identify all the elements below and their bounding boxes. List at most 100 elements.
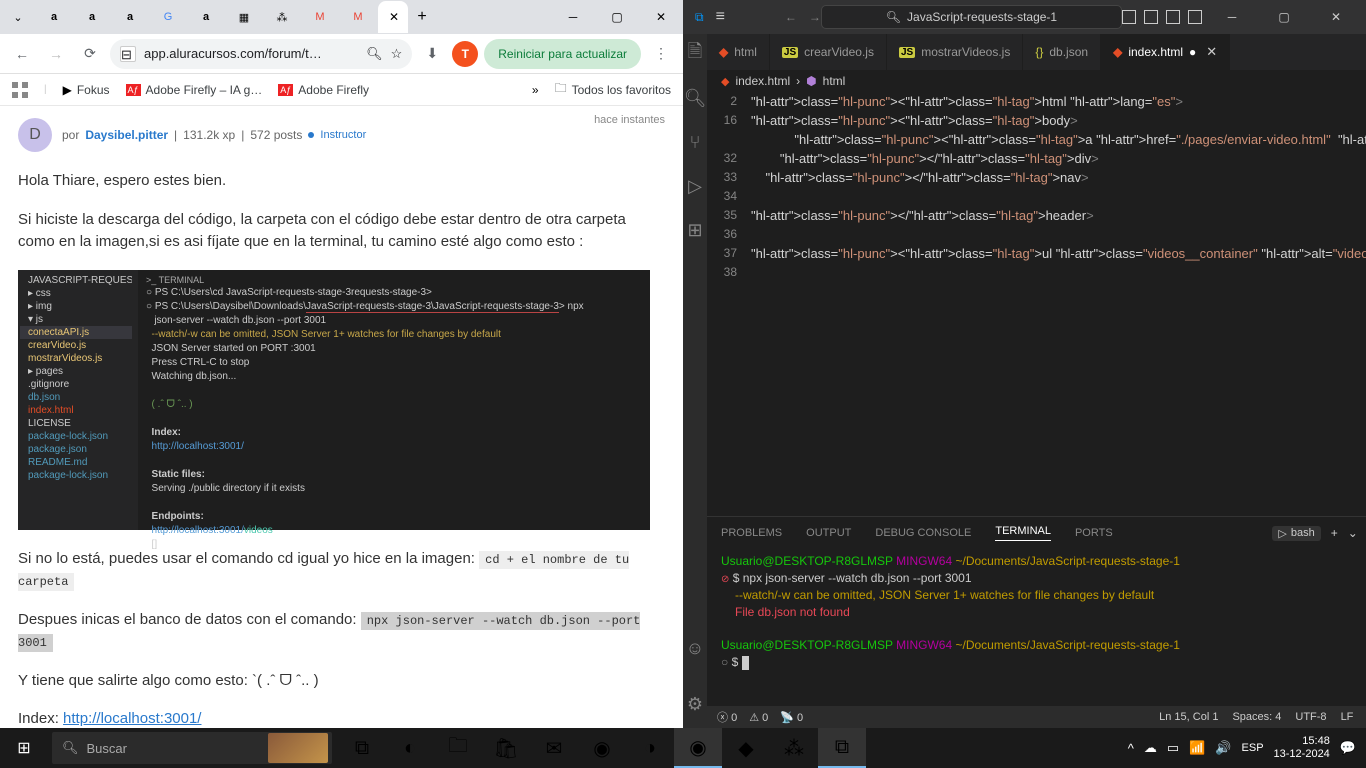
new-terminal-icon[interactable]: + [1331, 526, 1338, 540]
bookmark-firefly-ia[interactable]: AƒAdobe Firefly – IA g… [126, 83, 263, 97]
browser-tab[interactable]: G [150, 1, 186, 33]
browser-tab[interactable]: M [302, 1, 338, 33]
settings-gear-icon[interactable]: ⚙ [683, 692, 707, 716]
tb-app-taskview[interactable]: ⧉ [338, 728, 386, 768]
nav-back[interactable]: ← [785, 10, 797, 24]
command-center[interactable]: 🔍︎ JavaScript-requests-stage-1 [821, 5, 1122, 29]
status-port[interactable]: 📡 0 [780, 711, 803, 724]
breadcrumb[interactable]: ◆ index.html › ⬢ html [707, 70, 1366, 92]
index-link[interactable]: http://localhost:3001/ [63, 710, 201, 727]
maximize-button[interactable]: ▢ [595, 1, 639, 33]
terminal-dropdown-icon[interactable]: ⌄ [1348, 526, 1358, 540]
browser-tab[interactable]: ⁂ [264, 1, 300, 33]
minimize-button[interactable]: ─ [551, 1, 595, 33]
extensions-icon[interactable]: ⊞ [683, 218, 707, 242]
browser-tab-active[interactable]: ✕ [378, 1, 408, 33]
browser-tab[interactable]: a [188, 1, 224, 33]
editor-tab-html[interactable]: ◆html [707, 34, 770, 70]
tray-chevron-icon[interactable]: ^ [1128, 741, 1134, 756]
start-button[interactable]: ⊞ [0, 728, 48, 768]
tb-app-vsc-icon[interactable]: ◆ [722, 728, 770, 768]
close-tab-icon[interactable]: ✕ [389, 10, 399, 24]
layout-icon[interactable] [1188, 10, 1202, 24]
hamburger-menu[interactable]: ≡ [716, 8, 725, 26]
tray-wifi-icon[interactable]: 📶 [1189, 740, 1205, 756]
explorer-icon[interactable]: 🗎 [683, 42, 707, 66]
layout-icon[interactable] [1122, 10, 1136, 24]
bookmarks-overflow[interactable]: » [532, 83, 539, 97]
browser-tab[interactable]: ▦ [226, 1, 262, 33]
source-control-icon[interactable]: ⑂ [683, 130, 707, 154]
terminal-output[interactable]: Usuario@DESKTOP-R8GLMSP MINGW64 ~/Docume… [707, 549, 1366, 706]
close-tab-icon[interactable]: ✕ [1206, 44, 1217, 60]
tb-app-copilot[interactable]: ◐ [386, 728, 434, 768]
reload-button[interactable]: ⟳ [76, 40, 104, 68]
code-editor[interactable]: 2"hl-attr">class="hl-punc"><"hl-attr">cl… [707, 92, 1366, 516]
author-avatar[interactable]: D [18, 118, 52, 152]
editor-tab-mostrarVideos[interactable]: JSmostrarVideos.js [887, 34, 1023, 70]
tb-app-store[interactable]: 🛍 [482, 728, 530, 768]
profile-avatar[interactable]: T [452, 41, 478, 67]
back-button[interactable]: ← [8, 40, 36, 68]
tb-app-edge[interactable]: ◉ [578, 728, 626, 768]
browser-tab[interactable]: a [74, 1, 110, 33]
tb-app-slack[interactable]: ⁂ [770, 728, 818, 768]
search-addr-icon[interactable]: 🔍︎ [366, 46, 383, 62]
browser-tab[interactable]: a [36, 1, 72, 33]
site-info-icon[interactable]: ⊟ [120, 46, 136, 62]
editor-tab-index[interactable]: ◆index.html●✕ [1101, 34, 1230, 70]
tray-language[interactable]: ESP [1242, 742, 1264, 754]
new-tab-button[interactable]: + [408, 3, 436, 31]
apps-grid-icon[interactable] [12, 82, 28, 98]
panel-tab-ports[interactable]: PORTS [1075, 527, 1113, 539]
tb-app-copilot2[interactable]: ◑ [626, 728, 674, 768]
panel-tab-terminal[interactable]: TERMINAL [995, 525, 1051, 541]
downloads-button[interactable]: ⬇ [418, 40, 446, 68]
tray-battery-icon[interactable]: ▭ [1167, 740, 1179, 756]
bookmark-star-icon[interactable]: ☆ [391, 46, 403, 62]
debug-icon[interactable]: ▷ [683, 174, 707, 198]
tray-onedrive-icon[interactable]: ☁ [1144, 740, 1157, 756]
nav-fwd[interactable]: → [809, 10, 821, 24]
status-spaces[interactable]: Spaces: 4 [1232, 711, 1281, 723]
address-bar[interactable]: ⊟ app.aluracursos.com/forum/t… 🔍︎ ☆ [110, 39, 412, 69]
windows-taskbar: ⊞ 🔍︎ Buscar ⧉ ◐ 🗀 🛍 ✉ ◉ ◑ ◉ ◆ ⁂ ⧉ ^ ☁ ▭ … [0, 728, 1366, 768]
tray-notifications-icon[interactable]: 💬 [1340, 740, 1356, 756]
status-ln-col[interactable]: Ln 15, Col 1 [1159, 711, 1218, 723]
restart-update-button[interactable]: Reiniciar para actualizar [484, 39, 641, 69]
bookmark-fokus[interactable]: ▶Fokus [63, 83, 110, 97]
layout-icon[interactable] [1144, 10, 1158, 24]
browser-tab[interactable]: a [112, 1, 148, 33]
minimize-button[interactable]: ─ [1210, 1, 1254, 33]
forward-button[interactable]: → [42, 40, 70, 68]
status-errors[interactable]: ⓧ 0 [717, 709, 737, 725]
close-button[interactable]: ✕ [1314, 1, 1358, 33]
panel-tab-debug[interactable]: DEBUG CONSOLE [875, 527, 971, 539]
taskbar-search[interactable]: 🔍︎ Buscar [52, 732, 332, 764]
tb-app-chrome[interactable]: ◉ [674, 728, 722, 768]
bookmark-firefly[interactable]: AƒAdobe Firefly [278, 83, 369, 97]
tb-app-mail[interactable]: ✉ [530, 728, 578, 768]
panel-tab-output[interactable]: OUTPUT [806, 527, 851, 539]
layout-icon[interactable] [1166, 10, 1180, 24]
tb-app-explorer[interactable]: 🗀 [434, 728, 482, 768]
chrome-menu-button[interactable]: ⋮ [647, 40, 675, 68]
terminal-profile-badge[interactable]: ▷bash [1272, 526, 1320, 541]
panel-tab-problems[interactable]: PROBLEMS [721, 527, 782, 539]
status-encoding[interactable]: UTF-8 [1295, 711, 1326, 723]
maximize-button[interactable]: ▢ [1262, 1, 1306, 33]
search-activity-icon[interactable]: 🔍︎ [683, 86, 707, 110]
tab-menu-icon[interactable]: ⌄ [2, 1, 34, 33]
status-eol[interactable]: LF [1341, 711, 1354, 723]
tray-clock[interactable]: 15:48 13-12-2024 [1274, 735, 1330, 761]
all-bookmarks[interactable]: 🗀Todos los favoritos [555, 79, 671, 100]
tray-volume-icon[interactable]: 🔊 [1215, 740, 1231, 756]
editor-tab-dbjson[interactable]: {}db.json [1023, 34, 1101, 70]
browser-tab[interactable]: M [340, 1, 376, 33]
author-link[interactable]: Daysibel.pitter [85, 128, 168, 142]
editor-tab-crearVideo[interactable]: JScrearVideo.js [770, 34, 887, 70]
status-warnings[interactable]: ⚠ 0 [749, 711, 768, 724]
close-button[interactable]: ✕ [639, 1, 683, 33]
tb-app-vscode[interactable]: ⧉ [818, 728, 866, 768]
account-icon[interactable]: ☺ [683, 636, 707, 660]
